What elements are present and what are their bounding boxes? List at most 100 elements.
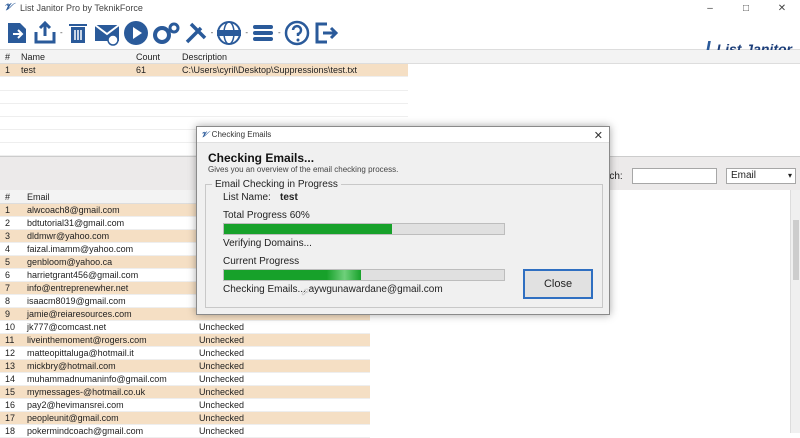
app-icon: 𝒱 [4, 2, 13, 13]
table-row[interactable]: 17 peopleunit@gmail.com Unchecked [0, 412, 370, 425]
col-name-header[interactable]: Name [16, 52, 131, 62]
email-status: Unchecked [199, 361, 245, 371]
play-icon [123, 20, 148, 45]
table-row[interactable]: 10 jk777@comcast.net Unchecked [0, 321, 370, 334]
dialog-title: Checking Emails [211, 130, 272, 139]
current-progress-label: Current Progress [223, 256, 300, 267]
email-status: Unchecked [199, 348, 245, 358]
email-num: 7 [5, 283, 11, 293]
title-bar: 𝒱 List Janitor Pro by TeknikForce – □ ✕ [0, 0, 800, 16]
help-button[interactable] [283, 18, 311, 48]
table-row[interactable]: 15 mymessages-@hotmail.co.uk Unchecked [0, 386, 370, 399]
email-address: faizal.imamm@yahoo.com [27, 244, 134, 254]
list-button[interactable] [250, 18, 276, 48]
email-num: 13 [5, 361, 16, 371]
email-address: mickbry@hotmail.com [27, 361, 116, 371]
search-input[interactable] [632, 168, 717, 184]
vertical-scrollbar[interactable] [790, 190, 800, 433]
email-num: 12 [5, 348, 16, 358]
close-window-button[interactable]: ✕ [764, 0, 800, 16]
mouse-cursor-icon: ➚ [301, 287, 310, 298]
table-row[interactable]: 18 pokermindcoach@gmail.com Unchecked [0, 425, 370, 438]
settings-button[interactable] [151, 18, 181, 48]
email-num: 9 [5, 309, 11, 319]
email-address: liveinthemoment@rogers.com [27, 335, 147, 345]
dialog-heading: Checking Emails... [208, 151, 315, 165]
table-row[interactable]: 16 pay2@hevimansrei.com Unchecked [0, 399, 370, 412]
list-name: test [21, 65, 36, 75]
email-address: bdtutorial31@gmail.com [27, 218, 125, 228]
close-button[interactable]: Close [523, 269, 593, 299]
col-num-header[interactable]: # [0, 52, 16, 62]
email-status: Unchecked [199, 335, 245, 345]
email-num: 1 [5, 205, 11, 215]
tools-dropdown-marker[interactable]: - [211, 28, 214, 37]
group-label: Email Checking in Progress [212, 179, 341, 190]
table-row[interactable]: 11 liveinthemoment@rogers.com Unchecked [0, 334, 370, 347]
email-address: isaacm8019@gmail.com [27, 296, 126, 306]
col-email-header[interactable]: Email [22, 192, 194, 202]
maximize-button[interactable]: □ [728, 0, 764, 16]
total-progress-fill [224, 224, 392, 234]
email-address: harrietgrant456@gmail.com [27, 270, 139, 280]
email-num: 14 [5, 374, 16, 384]
email-check-button[interactable] [93, 18, 121, 48]
email-status: Unchecked [199, 426, 245, 436]
checking-emails-dialog: 𝒱 Checking Emails ✕ Checking Emails... G… [196, 126, 610, 315]
col-count-header[interactable]: Count [131, 52, 177, 62]
email-num: 6 [5, 270, 11, 280]
list-row[interactable]: 1 test 61 C:\Users\cyril\Desktop\Suppres… [0, 64, 408, 77]
current-progress-bar [223, 269, 505, 281]
export-dropdown-marker[interactable]: - [60, 28, 63, 37]
email-num: 16 [5, 400, 16, 410]
dialog-close-icon[interactable]: ✕ [594, 129, 603, 142]
exit-icon [315, 22, 338, 43]
email-num: 5 [5, 257, 11, 267]
exit-button[interactable] [313, 18, 339, 48]
current-progress-fill [224, 270, 362, 280]
email-address: muhammadnumaninfo@gmail.com [27, 374, 167, 384]
table-row[interactable]: 14 muhammadnumaninfo@gmail.com Unchecked [0, 373, 370, 386]
play-button[interactable] [123, 18, 149, 48]
import-button[interactable] [4, 18, 30, 48]
web-icon [217, 20, 242, 45]
current-status: Checking Emails... aywgunawardane@gmail.… [223, 284, 443, 295]
col-num-header[interactable]: # [0, 192, 22, 202]
list-num: 1 [5, 65, 11, 75]
email-status: Unchecked [199, 413, 245, 423]
delete-button[interactable] [65, 18, 91, 48]
tools-button[interactable] [183, 18, 209, 48]
email-num: 18 [5, 426, 16, 436]
dialog-subheading: Gives you an overview of the email check… [208, 165, 399, 174]
export-icon [34, 20, 56, 43]
email-address: jk777@comcast.net [27, 322, 107, 332]
search-field-select[interactable]: Email ▾ [726, 168, 796, 184]
email-status: Unchecked [199, 400, 245, 410]
lists-grid-header: # Name Count Description [0, 50, 800, 64]
table-row[interactable]: 13 mickbry@hotmail.com Unchecked [0, 360, 370, 373]
table-row[interactable]: 12 matteopittaluga@hotmail.it Unchecked [0, 347, 370, 360]
email-address: matteopittaluga@hotmail.it [27, 348, 134, 358]
scrollbar-thumb[interactable] [793, 220, 799, 280]
list-description: C:\Users\cyril\Desktop\Suppressions\test… [182, 65, 358, 75]
chevron-down-icon: ▾ [787, 171, 792, 180]
email-num: 8 [5, 296, 11, 306]
email-num: 17 [5, 413, 16, 423]
email-num: 15 [5, 387, 16, 397]
list-dropdown-marker[interactable]: - [278, 28, 281, 37]
email-num: 11 [5, 335, 15, 345]
email-num: 4 [5, 244, 11, 254]
minimize-button[interactable]: – [692, 0, 728, 16]
email-address: pokermindcoach@gmail.com [27, 426, 144, 436]
email-address: pay2@hevimansrei.com [27, 400, 124, 410]
help-icon [284, 20, 309, 45]
email-num: 10 [5, 322, 16, 332]
export-button[interactable] [32, 18, 58, 48]
toolbar: - - - - LList Janitor [0, 16, 800, 58]
email-status: Unchecked [199, 322, 245, 332]
import-icon [8, 22, 26, 43]
web-dropdown-marker[interactable]: - [245, 28, 248, 37]
col-description-header[interactable]: Description [177, 52, 408, 62]
web-button[interactable] [215, 18, 243, 48]
email-address: alwcoach8@gmail.com [27, 205, 120, 215]
